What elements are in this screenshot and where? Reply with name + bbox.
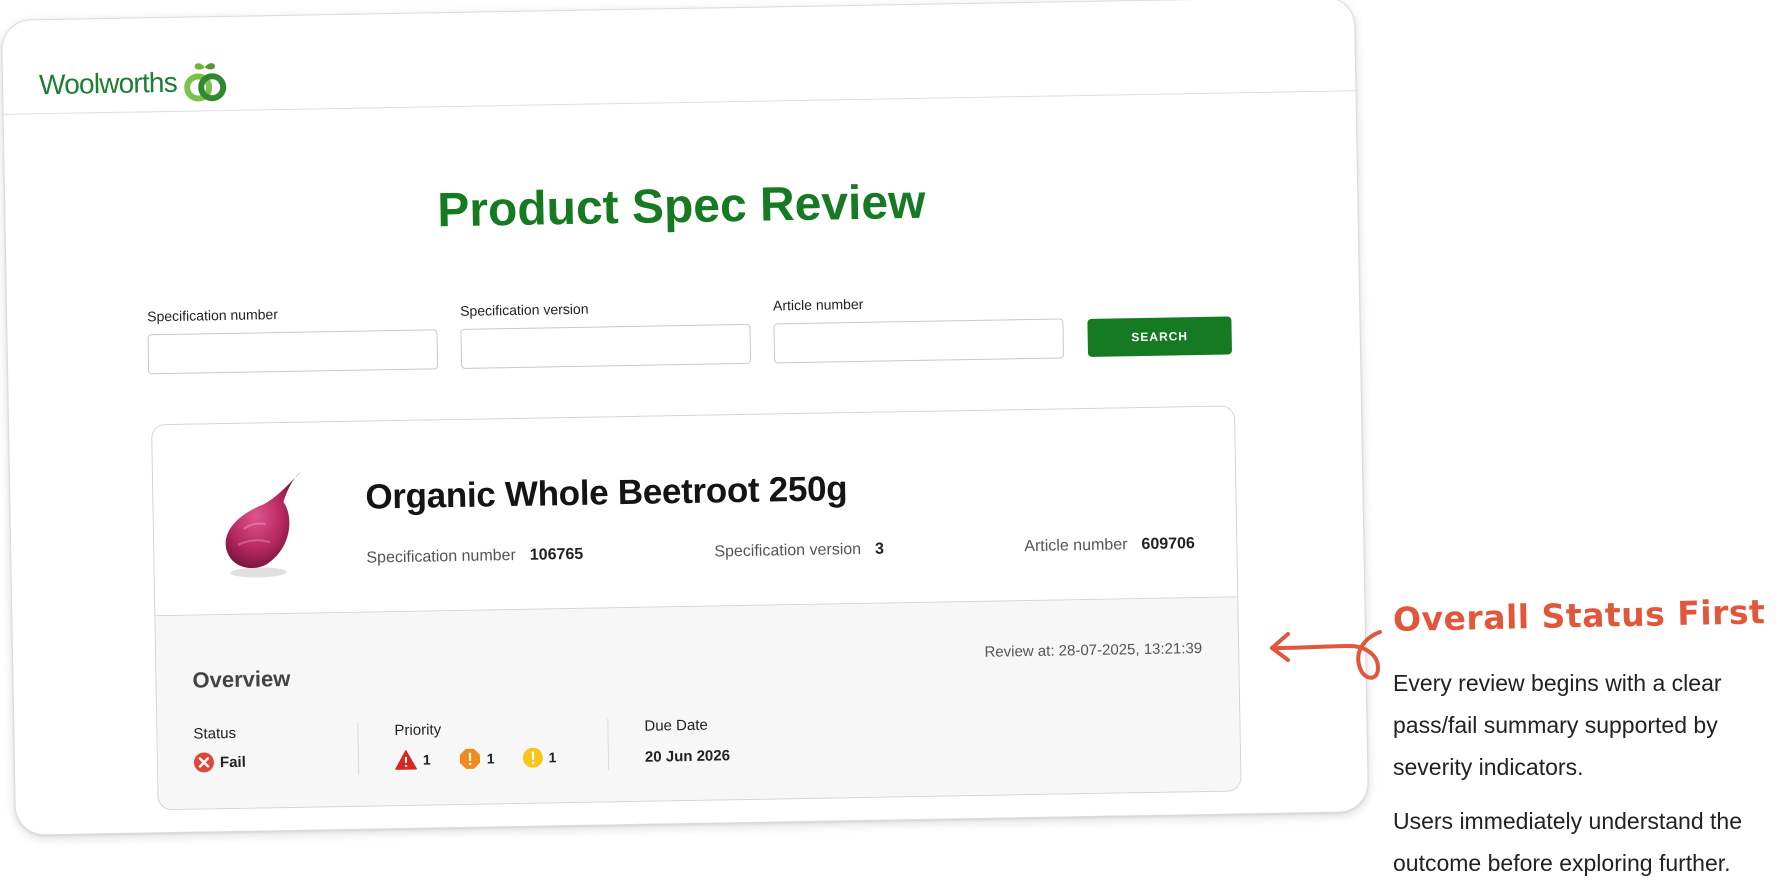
annotation-title: Overall Status First xyxy=(1392,592,1766,639)
due-date-value: 20 Jun 2026 xyxy=(644,747,731,766)
app-window: Woolworths Product Spec Review Specifica… xyxy=(0,0,1370,836)
priority-high-count: 1 xyxy=(486,750,495,767)
spec-version-input[interactable] xyxy=(460,323,752,369)
product-summary: Organic Whole Beetroot 250g Specificatio… xyxy=(152,406,1238,617)
spec-version-label: Specification version xyxy=(459,300,589,319)
search-button[interactable]: SEARCH xyxy=(1087,316,1233,357)
status-badge: Fail xyxy=(193,752,246,773)
overview-section: Overview Review at: 28-07-2025, 13:21:39… xyxy=(155,597,1241,810)
product-card: Organic Whole Beetroot 250g Specificatio… xyxy=(151,405,1242,811)
product-name: Organic Whole Beetroot 250g xyxy=(365,469,848,517)
meta-spec-number-label: Specification number xyxy=(366,546,516,567)
article-number-field: Article number xyxy=(772,292,1065,364)
meta-spec-version-value: 3 xyxy=(874,540,885,558)
medium-circle-icon xyxy=(522,747,543,768)
due-date-column: Due Date 20 Jun 2026 xyxy=(607,716,731,771)
review-timestamp: Review at: 28-07-2025, 13:21:39 xyxy=(984,640,1203,661)
meta-spec-number-value: 106765 xyxy=(529,545,584,564)
priority-counts: 1 1 1 xyxy=(395,746,585,771)
annotation-paragraph-1: Every review begins with a clear pass/fa… xyxy=(1393,670,1722,780)
slide: Woolworths Product Spec Review Specifica… xyxy=(0,0,1790,880)
meta-article-number-value: 609706 xyxy=(1141,535,1196,554)
meta-spec-version-label: Specification version xyxy=(714,540,862,561)
priority-label: Priority xyxy=(394,721,442,740)
annotation-paragraph-2: Users immediately understand the outcome… xyxy=(1393,808,1742,876)
overview-title: Overview xyxy=(192,665,291,693)
status-label: Status xyxy=(193,724,237,743)
meta-spec-number: Specification number 106765 xyxy=(366,546,583,568)
page-title: Product Spec Review xyxy=(436,175,926,238)
spec-version-field: Specification version xyxy=(459,298,752,369)
priority-critical: 1 xyxy=(395,749,431,770)
annotation-arrow-icon xyxy=(1270,630,1382,680)
article-number-label: Article number xyxy=(772,295,864,314)
brand[interactable]: Woolworths xyxy=(39,61,227,106)
priority-medium-count: 1 xyxy=(548,749,557,766)
beetroot-icon xyxy=(225,471,301,578)
meta-article-number-label: Article number xyxy=(1024,536,1128,556)
woolworths-logo-icon xyxy=(183,63,226,102)
spec-number-label: Specification number xyxy=(147,306,279,325)
due-date-label: Due Date xyxy=(644,716,708,735)
fail-x-icon xyxy=(193,752,214,773)
meta-article-number: Article number 609706 xyxy=(1024,535,1195,556)
annotation-body: Every review begins with a clear pass/fa… xyxy=(1393,662,1785,880)
priority-column: Priority 1 1 1 xyxy=(357,718,585,775)
status-value: Fail xyxy=(219,753,246,771)
meta-spec-version: Specification version 3 xyxy=(714,541,884,562)
brand-name: Woolworths xyxy=(38,66,178,101)
priority-medium: 1 xyxy=(522,747,556,768)
high-octagon-icon xyxy=(459,748,480,769)
status-column: Status Fail xyxy=(193,725,246,773)
article-number-input[interactable] xyxy=(773,318,1065,364)
priority-critical-count: 1 xyxy=(422,751,431,768)
priority-high: 1 xyxy=(459,747,495,770)
critical-triangle-icon xyxy=(395,750,417,770)
top-bar: Woolworths xyxy=(1,0,1356,115)
spec-number-input[interactable] xyxy=(147,329,439,375)
spec-number-field: Specification number xyxy=(147,303,439,375)
